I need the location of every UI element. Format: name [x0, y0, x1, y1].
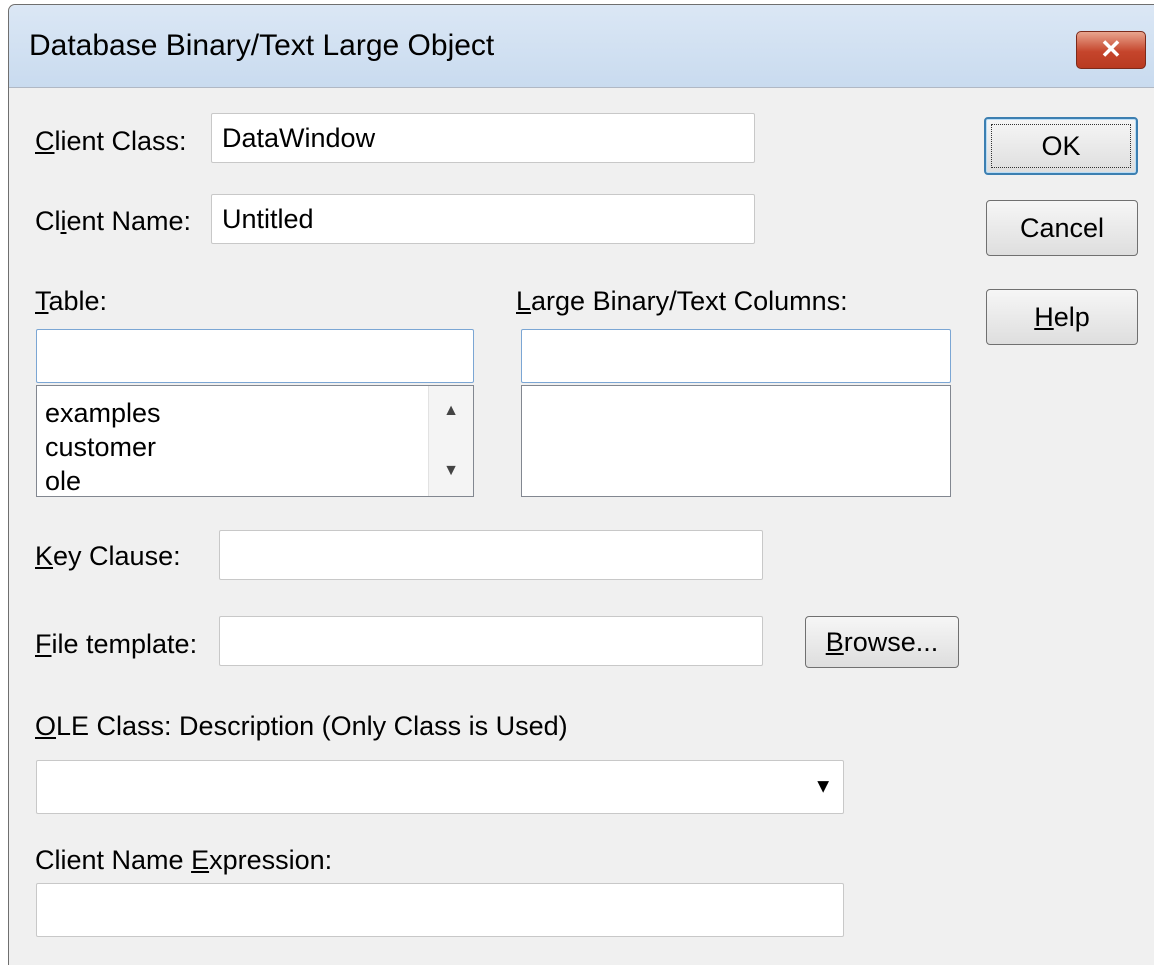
chevron-down-icon[interactable]: ▼ [813, 776, 833, 799]
key-clause-label: Key Clause: [35, 541, 181, 571]
dialog-body: Client Class: DataWindow Client Name: Un… [9, 87, 1154, 965]
ole-class-dropdown[interactable]: ▼ [36, 760, 844, 814]
client-class-field[interactable]: DataWindow [211, 113, 755, 163]
client-name-label: Client Name: [35, 206, 192, 236]
file-template-label: File template: [35, 629, 198, 659]
table-scrollbar[interactable]: ▲ ▼ [428, 386, 473, 496]
close-icon: ✕ [1100, 34, 1122, 64]
list-item[interactable]: customer [45, 430, 161, 464]
scroll-up-icon[interactable]: ▲ [429, 402, 473, 420]
client-name-field[interactable]: Untitled [211, 194, 755, 244]
columns-filter-input[interactable] [521, 329, 951, 383]
list-item[interactable]: examples [45, 396, 161, 430]
cancel-button[interactable]: Cancel [986, 200, 1138, 256]
ole-class-label: OLE Class: Description (Only Class is Us… [35, 711, 568, 741]
file-template-field[interactable] [219, 616, 763, 666]
columns-listbox[interactable] [521, 385, 951, 497]
title-bar[interactable]: Database Binary/Text Large Object ✕ [9, 5, 1154, 87]
focus-ring [991, 124, 1131, 168]
client-class-label: Client Class: [35, 126, 187, 156]
ok-button[interactable]: OK [984, 117, 1138, 175]
client-name-expression-label: Client Name Expression: [35, 845, 333, 875]
columns-label: Large Binary/Text Columns: [516, 286, 848, 316]
key-clause-field[interactable] [219, 530, 763, 580]
client-name-expression-field[interactable] [36, 883, 844, 937]
help-button[interactable]: Help [986, 289, 1138, 345]
list-item[interactable]: ole [45, 464, 161, 498]
scroll-down-icon[interactable]: ▼ [429, 462, 473, 480]
table-listbox[interactable]: examples customer ole ▲ ▼ [36, 385, 474, 497]
table-filter-input[interactable] [36, 329, 474, 383]
table-label: Table: [35, 286, 108, 316]
close-button[interactable]: ✕ [1076, 31, 1146, 69]
dialog-window: Database Binary/Text Large Object ✕ Clie… [8, 4, 1154, 965]
browse-button[interactable]: Browse... [805, 616, 959, 668]
window-title: Database Binary/Text Large Object [29, 29, 495, 62]
